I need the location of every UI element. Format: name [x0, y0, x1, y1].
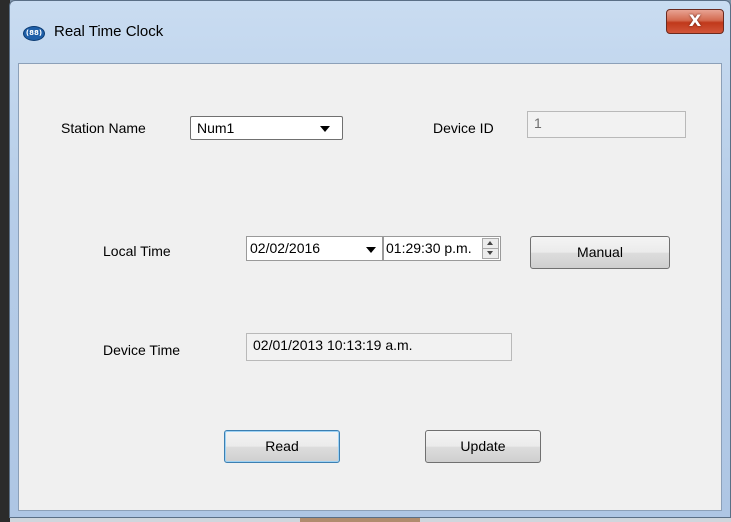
- window-title: Real Time Clock: [54, 23, 164, 40]
- title-bar[interactable]: (88) Real Time Clock X: [10, 1, 730, 63]
- station-name-dropdown[interactable]: Num1: [190, 116, 343, 140]
- local-time-value: 01:29:30 p.m.: [386, 240, 472, 256]
- update-button[interactable]: Update: [425, 430, 541, 463]
- local-date-picker[interactable]: 02/02/2016: [246, 236, 383, 261]
- spin-up-icon: [487, 241, 493, 245]
- spin-down-icon: [487, 251, 493, 255]
- local-date-value: 02/02/2016: [250, 240, 321, 256]
- spin-up-button[interactable]: [483, 239, 498, 249]
- time-spinner[interactable]: [482, 238, 499, 259]
- real-time-clock-window: (88) Real Time Clock X Station Name Num1…: [9, 0, 731, 518]
- device-id-field[interactable]: 1: [527, 111, 686, 138]
- manual-button[interactable]: Manual: [530, 236, 670, 269]
- read-button[interactable]: Read: [224, 430, 340, 463]
- dropdown-arrow-icon: [320, 126, 330, 132]
- device-time-field[interactable]: 02/01/2013 10:13:19 a.m.: [246, 333, 512, 361]
- close-icon: X: [688, 11, 702, 30]
- device-id-label: Device ID: [433, 120, 494, 136]
- spin-down-button[interactable]: [483, 249, 498, 258]
- dialog-client-area: Station Name Num1 Device ID 1 Local Time…: [18, 63, 722, 511]
- device-time-value: 02/01/2013 10:13:19 a.m.: [253, 337, 413, 353]
- device-id-value: 1: [534, 115, 542, 131]
- app-icon: (88): [23, 26, 45, 41]
- dropdown-arrow-icon[interactable]: [366, 247, 376, 253]
- local-time-label: Local Time: [103, 243, 171, 259]
- station-name-value: Num1: [197, 120, 235, 136]
- station-name-label: Station Name: [61, 120, 146, 136]
- local-time-picker[interactable]: 01:29:30 p.m.: [383, 236, 501, 261]
- device-time-label: Device Time: [103, 342, 181, 358]
- close-button[interactable]: X: [666, 9, 724, 34]
